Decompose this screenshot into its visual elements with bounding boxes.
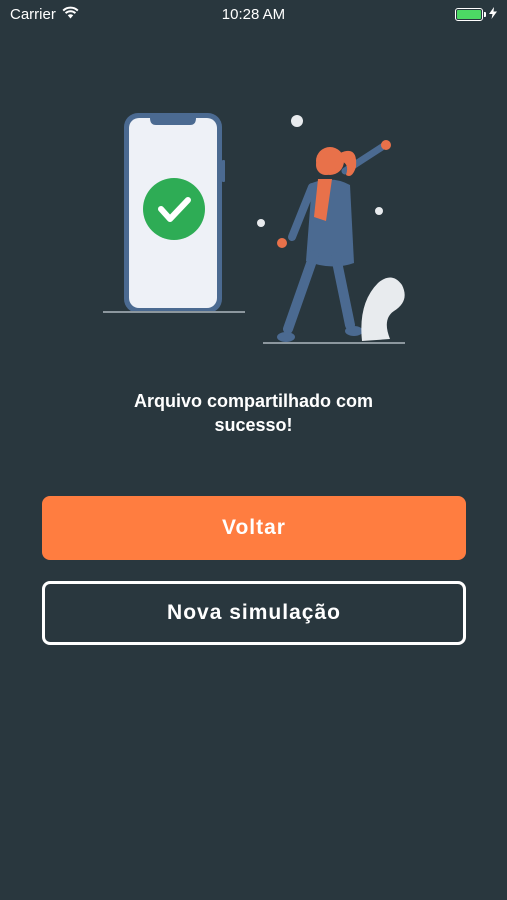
battery-icon	[455, 7, 486, 21]
success-message: Arquivo compartilhado com sucesso!	[133, 391, 374, 435]
charging-bolt-icon	[489, 6, 497, 23]
back-button-label: Voltar	[222, 516, 286, 539]
status-bar: Carrier 10:28 AM	[0, 0, 507, 28]
new-simulation-button[interactable]: Nova simulação	[42, 581, 466, 645]
success-illustration	[100, 105, 410, 350]
check-circle-icon	[143, 178, 205, 240]
status-right	[455, 6, 497, 23]
celebrating-person-icon	[277, 140, 405, 342]
status-left: Carrier	[10, 6, 79, 23]
back-button[interactable]: Voltar	[42, 496, 466, 560]
carrier-label: Carrier	[10, 5, 56, 23]
new-simulation-button-label: Nova simulação	[167, 601, 341, 624]
wifi-icon	[62, 6, 79, 23]
